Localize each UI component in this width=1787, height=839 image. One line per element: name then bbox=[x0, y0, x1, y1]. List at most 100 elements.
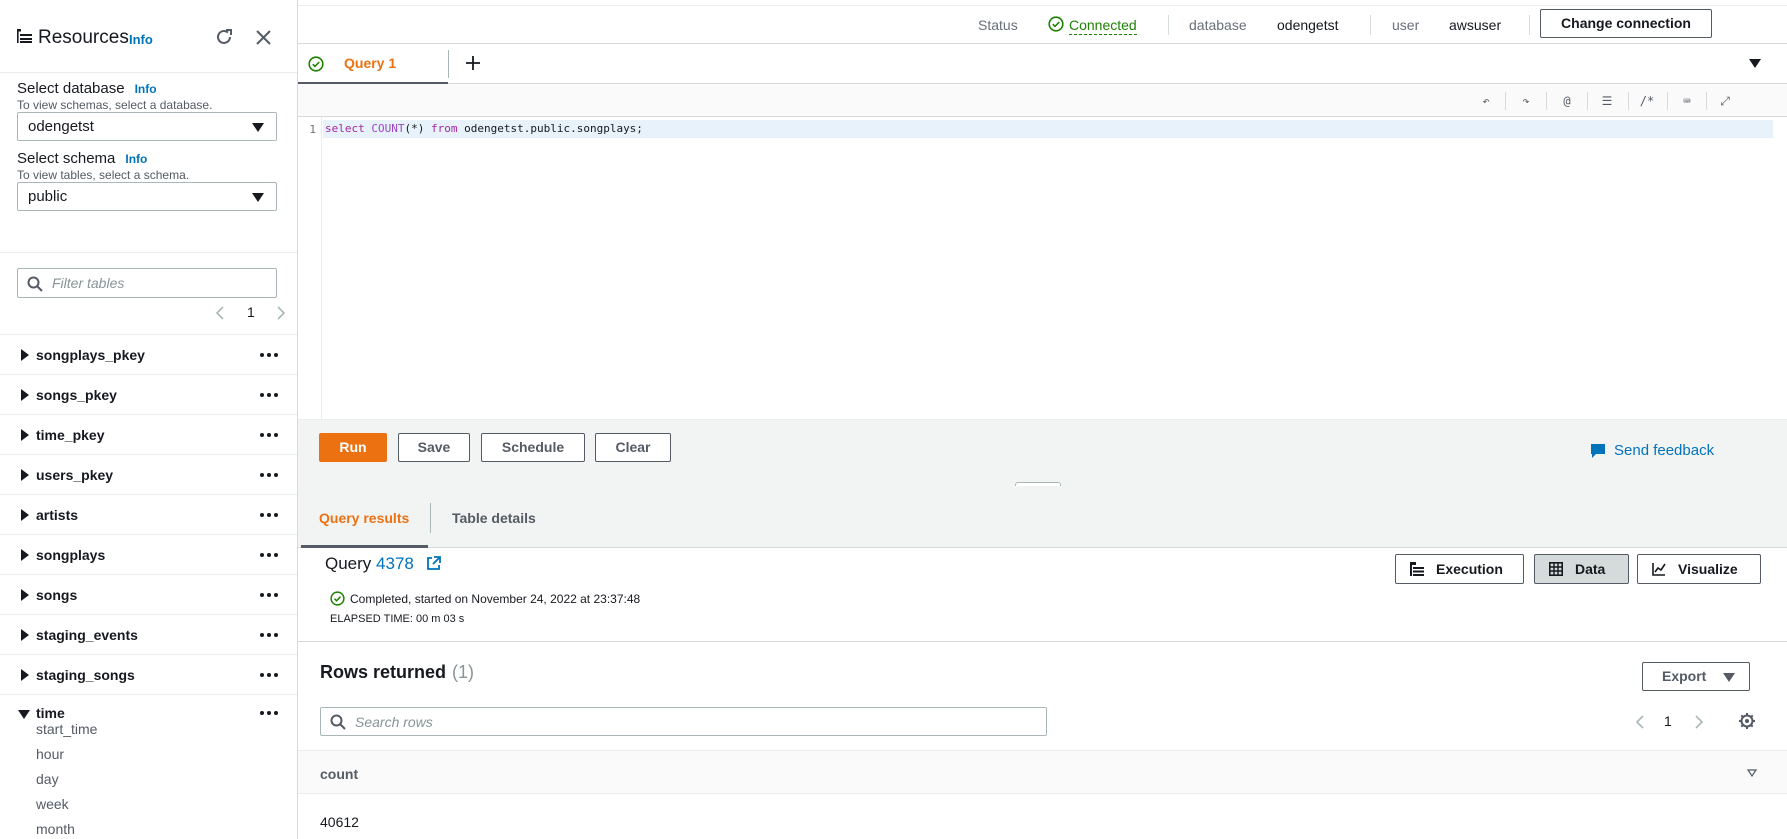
save-button[interactable]: Save bbox=[398, 433, 470, 462]
table-row[interactable]: users_pkey bbox=[0, 455, 297, 495]
database-info-link[interactable]: Info bbox=[135, 82, 157, 96]
status-connected[interactable]: Connected bbox=[1069, 17, 1137, 35]
schedule-button[interactable]: Schedule bbox=[481, 433, 585, 462]
divider bbox=[1628, 92, 1629, 110]
resources-info-link[interactable]: Info bbox=[129, 32, 153, 47]
execution-icon bbox=[1410, 562, 1424, 576]
column-item[interactable]: week bbox=[36, 796, 69, 812]
indent-icon[interactable]: ☰ bbox=[1599, 93, 1615, 109]
column-item[interactable]: month bbox=[36, 821, 75, 837]
more-actions-icon[interactable] bbox=[260, 513, 278, 517]
caret-right-icon[interactable] bbox=[21, 429, 29, 441]
column-header-count[interactable]: count bbox=[320, 766, 358, 782]
rows-page-number[interactable]: 1 bbox=[1664, 713, 1672, 729]
results-table-header: count bbox=[298, 750, 1787, 794]
more-actions-icon[interactable] bbox=[260, 711, 278, 715]
visualize-button[interactable]: Visualize bbox=[1637, 554, 1761, 584]
caret-right-icon[interactable] bbox=[21, 509, 29, 521]
more-actions-icon[interactable] bbox=[260, 593, 278, 597]
search-rows-input[interactable] bbox=[355, 712, 1035, 732]
table-row[interactable]: songs_pkey bbox=[0, 375, 297, 415]
sql-editor[interactable]: 1 select COUNT(*) from odengetst.public.… bbox=[298, 117, 1787, 420]
table-row[interactable]: artists bbox=[0, 495, 297, 535]
tab-table-details[interactable]: Table details bbox=[452, 510, 536, 526]
code-line[interactable]: select COUNT(*) from odengetst.public.so… bbox=[323, 120, 1773, 138]
code-token: select bbox=[325, 122, 365, 135]
table-row[interactable]: songplays_pkey bbox=[0, 335, 297, 375]
table-name: users_pkey bbox=[36, 467, 114, 483]
divider bbox=[1667, 92, 1668, 110]
more-actions-icon[interactable] bbox=[260, 393, 278, 397]
table-row[interactable]: songs bbox=[0, 575, 297, 615]
clear-button[interactable]: Clear bbox=[595, 433, 671, 462]
execution-button[interactable]: Execution bbox=[1395, 554, 1524, 584]
line-number: 1 bbox=[309, 123, 316, 136]
more-actions-icon[interactable] bbox=[260, 673, 278, 677]
gear-icon[interactable] bbox=[1738, 712, 1756, 730]
more-actions-icon[interactable] bbox=[260, 353, 278, 357]
comment-icon[interactable]: /* bbox=[1639, 93, 1655, 109]
more-actions-icon[interactable] bbox=[260, 433, 278, 437]
table-name: songs_pkey bbox=[36, 387, 117, 403]
redo-icon[interactable]: ↷ bbox=[1518, 93, 1534, 109]
search-rows-field[interactable] bbox=[320, 707, 1047, 736]
caret-right-icon[interactable] bbox=[21, 589, 29, 601]
caret-right-icon[interactable] bbox=[21, 669, 29, 681]
column-item[interactable]: hour bbox=[36, 746, 64, 762]
tabs-menu-caret-icon[interactable] bbox=[1749, 59, 1761, 68]
table-name: artists bbox=[36, 507, 79, 523]
column-item[interactable]: start_time bbox=[36, 721, 97, 737]
keyboard-icon[interactable]: ⌨ bbox=[1679, 93, 1695, 109]
tab-query-1[interactable]: Query 1 bbox=[298, 44, 448, 84]
undo-icon[interactable]: ↶ bbox=[1478, 93, 1494, 109]
fullscreen-icon[interactable]: ⤢ bbox=[1717, 93, 1733, 109]
run-button[interactable]: Run bbox=[319, 433, 387, 462]
more-actions-icon[interactable] bbox=[260, 633, 278, 637]
chevron-right-icon[interactable] bbox=[276, 305, 286, 321]
refresh-icon[interactable] bbox=[214, 27, 234, 47]
table-name: songs bbox=[36, 587, 78, 603]
table-cell: 40612 bbox=[320, 814, 359, 830]
sort-caret-icon[interactable] bbox=[1747, 769, 1757, 777]
tables-pagination: 1 bbox=[215, 303, 287, 323]
tab-query-results[interactable]: Query results bbox=[319, 510, 409, 526]
table-row[interactable]: songplays bbox=[0, 535, 297, 575]
caret-right-icon[interactable] bbox=[21, 389, 29, 401]
resources-title: Resources bbox=[38, 27, 129, 48]
close-icon[interactable] bbox=[254, 28, 273, 47]
column-item[interactable]: day bbox=[36, 771, 59, 787]
divider bbox=[1706, 92, 1707, 110]
select-schema-label: Select schema Info bbox=[17, 150, 148, 167]
database-select[interactable]: odengetst bbox=[17, 112, 277, 141]
more-actions-icon[interactable] bbox=[260, 473, 278, 477]
more-actions-icon[interactable] bbox=[260, 553, 278, 557]
schema-info-link[interactable]: Info bbox=[125, 152, 147, 166]
chevron-right-icon[interactable] bbox=[1694, 714, 1704, 730]
filter-tables-input[interactable] bbox=[52, 273, 267, 293]
external-link-icon[interactable] bbox=[426, 556, 441, 571]
schema-select[interactable]: public bbox=[17, 182, 277, 211]
filter-tables-field[interactable] bbox=[17, 268, 277, 298]
query-id-link[interactable]: 4378 bbox=[376, 554, 414, 573]
table-row[interactable]: time_pkey bbox=[0, 415, 297, 455]
caret-down-icon bbox=[252, 193, 264, 202]
schema-hint: To view tables, select a schema. bbox=[17, 168, 190, 182]
chevron-left-icon[interactable] bbox=[1635, 714, 1645, 730]
caret-right-icon[interactable] bbox=[21, 629, 29, 641]
send-feedback-link[interactable]: Send feedback bbox=[1591, 442, 1714, 459]
query-status: Completed, started on November 24, 2022 … bbox=[350, 592, 641, 606]
change-connection-button[interactable]: Change connection bbox=[1540, 9, 1712, 38]
caret-expanded-icon[interactable] bbox=[18, 710, 30, 719]
plus-icon[interactable] bbox=[464, 54, 482, 72]
caret-right-icon[interactable] bbox=[21, 349, 29, 361]
query-editor-main: Status Connected database odengetst user… bbox=[298, 0, 1787, 839]
export-button[interactable]: Export bbox=[1642, 662, 1750, 691]
data-button[interactable]: Data bbox=[1534, 554, 1629, 584]
tables-page-number[interactable]: 1 bbox=[247, 304, 255, 320]
table-row[interactable]: staging_events bbox=[0, 615, 297, 655]
at-icon[interactable]: @ bbox=[1559, 93, 1575, 109]
table-row[interactable]: staging_songs bbox=[0, 655, 297, 695]
chevron-left-icon[interactable] bbox=[215, 305, 225, 321]
caret-right-icon[interactable] bbox=[21, 549, 29, 561]
caret-right-icon[interactable] bbox=[21, 469, 29, 481]
